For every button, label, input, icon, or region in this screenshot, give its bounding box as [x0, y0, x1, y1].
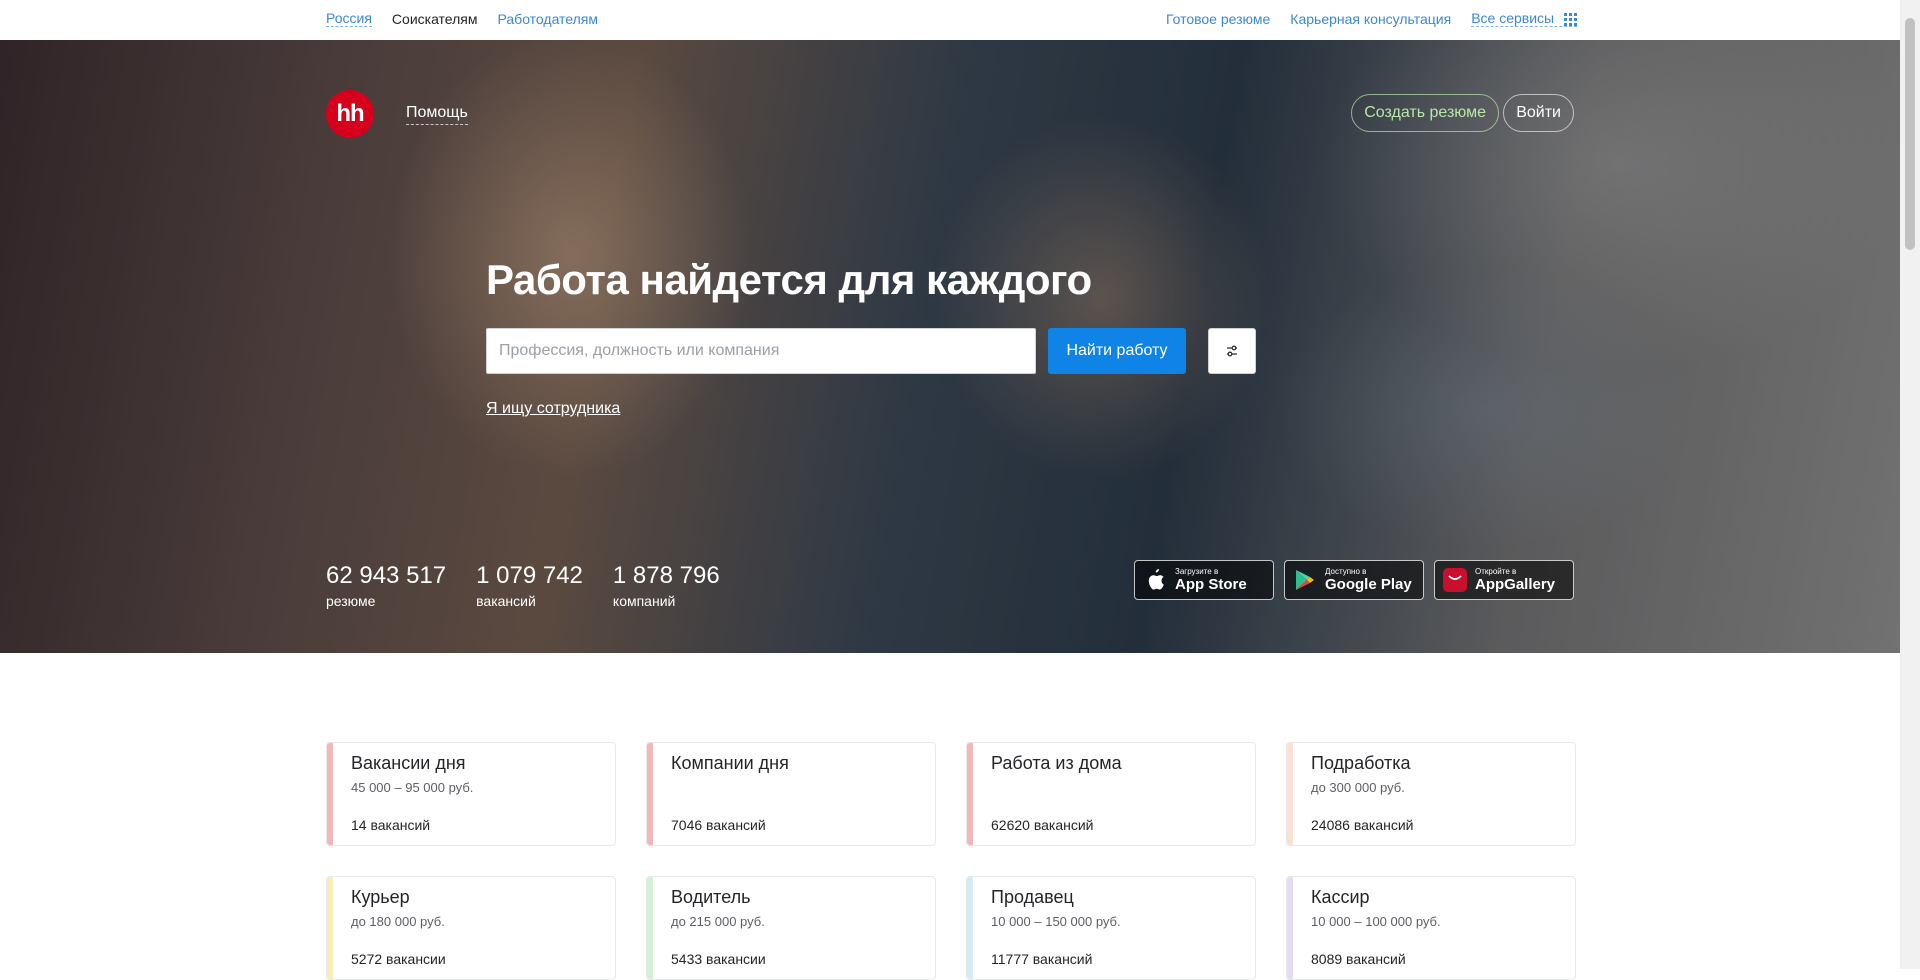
- card-salary: [671, 780, 935, 795]
- top-nav-bar: Россия Соискателям Работодателям Готовое…: [0, 0, 1900, 40]
- apple-icon: [1143, 568, 1167, 592]
- card-accent-bar: [967, 743, 973, 845]
- employer-search-link[interactable]: Я ищу сотрудника: [486, 400, 620, 418]
- page-scrollbar[interactable]: [1900, 0, 1920, 969]
- all-services-label: Все сервисы: [1471, 10, 1555, 26]
- card-accent-bar: [1287, 743, 1293, 845]
- card-count: 5272 вакансии: [351, 951, 446, 967]
- google-play-name: Google Play: [1325, 576, 1412, 593]
- login-button[interactable]: Войти: [1503, 94, 1574, 132]
- card-title: Работа из дома: [991, 753, 1122, 773]
- app-store-caption: Загрузите в: [1175, 567, 1219, 576]
- card-courier[interactable]: Курьер до 180 000 руб. 5272 вакансии: [326, 876, 616, 980]
- app-store-name: App Store: [1175, 576, 1247, 593]
- card-driver[interactable]: Водитель до 215 000 руб. 5433 вакансии: [646, 876, 936, 980]
- search-input[interactable]: [486, 328, 1036, 374]
- site-stats: 62 943 517 резюме 1 079 742 вакансий 1 8…: [326, 562, 750, 609]
- card-salary: 10 000 – 150 000 руб.: [991, 914, 1121, 929]
- card-accent-bar: [967, 877, 973, 979]
- card-salary: до 300 000 руб.: [1311, 780, 1405, 795]
- card-accent-bar: [327, 743, 333, 845]
- app-store-badges: Загрузите в App Store Доступно в Google …: [1124, 560, 1574, 600]
- card-count: 24086 вакансий: [1311, 817, 1414, 833]
- card-title: Курьер: [351, 887, 410, 907]
- stat-value: 1 878 796: [612, 562, 720, 589]
- card-title: Продавец: [991, 887, 1074, 907]
- tab-seekers[interactable]: Соискателям: [392, 11, 478, 27]
- card-remote-work[interactable]: Работа из дома 62620 вакансий: [966, 742, 1256, 846]
- card-salary: 10 000 – 100 000 руб.: [1311, 914, 1441, 929]
- stat-value: 62 943 517: [326, 562, 447, 589]
- card-vacancies-of-day[interactable]: Вакансии дня 45 000 – 95 000 руб. 14 вак…: [326, 742, 616, 846]
- stat-companies: 1 878 796 компаний: [613, 562, 720, 609]
- card-accent-bar: [647, 743, 653, 845]
- card-count: 62620 вакансий: [991, 817, 1094, 833]
- card-count: 7046 вакансий: [671, 817, 766, 833]
- appgallery-name: AppGallery: [1475, 576, 1556, 593]
- stat-label: компаний: [612, 593, 676, 609]
- advanced-search-button[interactable]: [1208, 328, 1256, 374]
- card-title: Кассир: [1311, 887, 1370, 907]
- appgallery-button[interactable]: Откройте в AppGallery: [1434, 560, 1574, 600]
- google-play-icon: [1293, 568, 1317, 592]
- find-job-button[interactable]: Найти работу: [1048, 328, 1186, 374]
- card-accent-bar: [647, 877, 653, 979]
- card-salary: до 180 000 руб.: [351, 914, 445, 929]
- all-services-link[interactable]: Все сервисы: [1471, 10, 1577, 27]
- appgallery-caption: Откройте в: [1475, 567, 1517, 576]
- category-cards: Вакансии дня 45 000 – 95 000 руб. 14 вак…: [326, 742, 1578, 980]
- card-salesperson[interactable]: Продавец 10 000 – 150 000 руб. 11777 вак…: [966, 876, 1256, 980]
- google-play-button[interactable]: Доступно в Google Play: [1284, 560, 1424, 600]
- card-accent-bar: [327, 877, 333, 979]
- stat-value: 1 079 742: [476, 562, 583, 589]
- ready-resume-link[interactable]: Готовое резюме: [1166, 11, 1270, 27]
- card-cashier[interactable]: Кассир 10 000 – 100 000 руб. 8089 ваканс…: [1286, 876, 1576, 980]
- google-play-caption: Доступно в: [1325, 567, 1367, 576]
- card-part-time[interactable]: Подработка до 300 000 руб. 24086 ваканси…: [1286, 742, 1576, 846]
- card-count: 5433 вакансии: [671, 951, 766, 967]
- card-count: 14 вакансий: [351, 817, 431, 833]
- help-link[interactable]: Помощь: [406, 104, 468, 125]
- card-salary: [991, 780, 1255, 795]
- card-companies-of-day[interactable]: Компании дня 7046 вакансий: [646, 742, 936, 846]
- tab-employers[interactable]: Работодателям: [498, 11, 599, 27]
- card-title: Вакансии дня: [351, 753, 466, 773]
- scrollbar-thumb[interactable]: [1905, 18, 1915, 250]
- card-title: Подработка: [1311, 753, 1411, 773]
- create-resume-button[interactable]: Создать резюме: [1351, 94, 1499, 132]
- hero-banner: hh Помощь Создать резюме Войти Работа на…: [0, 40, 1900, 653]
- career-consult-link[interactable]: Карьерная консультация: [1290, 11, 1451, 27]
- app-store-button[interactable]: Загрузите в App Store: [1134, 560, 1274, 600]
- stat-label: резюме: [326, 593, 376, 609]
- card-salary: 45 000 – 95 000 руб.: [351, 780, 474, 795]
- stat-resumes: 62 943 517 резюме: [326, 562, 446, 609]
- stat-label: вакансий: [476, 593, 536, 609]
- huawei-icon: [1443, 568, 1467, 592]
- region-selector[interactable]: Россия: [326, 10, 372, 27]
- card-accent-bar: [1287, 877, 1293, 979]
- card-title: Компании дня: [671, 753, 789, 773]
- card-title: Водитель: [671, 887, 751, 907]
- card-salary: до 215 000 руб.: [671, 914, 765, 929]
- hero-title: Работа найдется для каждого: [486, 256, 1092, 303]
- hh-logo[interactable]: hh: [326, 90, 374, 138]
- filter-icon: [1227, 345, 1237, 357]
- grid-icon: [1564, 12, 1577, 26]
- card-count: 11777 вакансий: [991, 951, 1093, 967]
- card-count: 8089 вакансий: [1311, 951, 1406, 967]
- stat-vacancies: 1 079 742 вакансий: [476, 562, 583, 609]
